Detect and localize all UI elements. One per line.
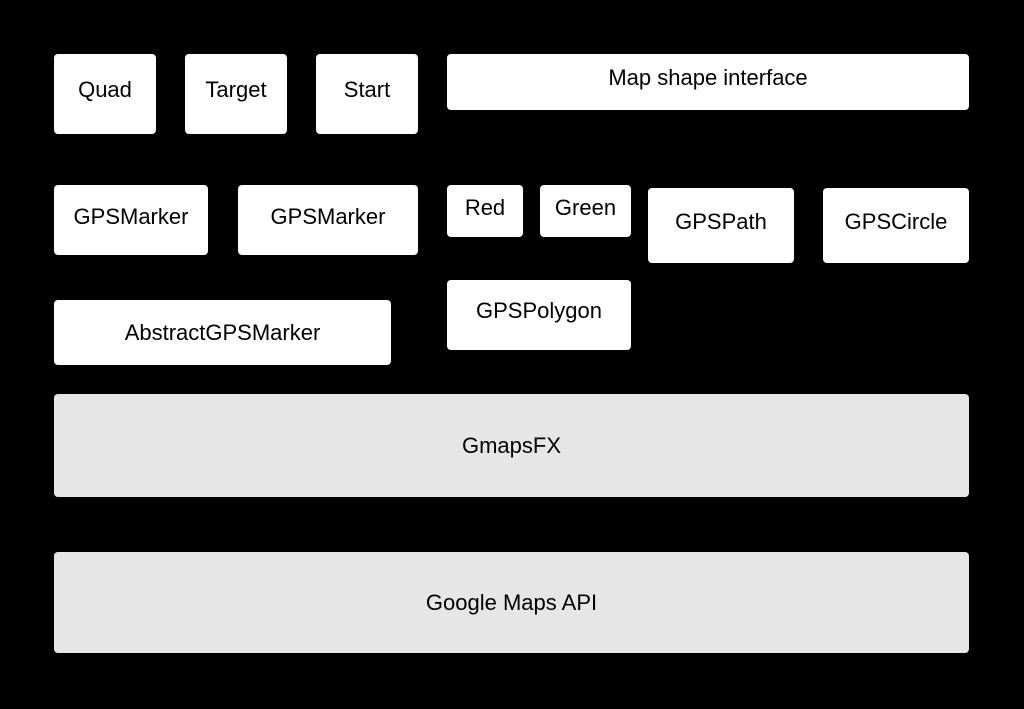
- green-label: Green: [554, 195, 617, 220]
- quad-box: Quad: [54, 54, 156, 134]
- gps-path-label: GPSPath: [675, 208, 767, 234]
- start-box: Start: [316, 54, 418, 134]
- abstract-gps-marker-box: AbstractGPSMarker: [54, 300, 391, 365]
- red-box: Red: [447, 185, 523, 237]
- gps-marker-label-2: GPSMarker: [270, 204, 386, 229]
- quad-label: Quad: [78, 77, 132, 102]
- gps-path-box: GPSPath: [648, 188, 794, 263]
- gmapsfx-layer: GmapsFX: [54, 394, 969, 497]
- google-maps-api-layer: Google Maps API: [54, 552, 969, 653]
- abstract-gps-marker-label: AbstractGPSMarker: [124, 319, 321, 345]
- gps-marker-box-2: GPSMarker: [238, 185, 418, 255]
- gps-marker-label-1: GPSMarker: [73, 204, 189, 229]
- target-box: Target: [185, 54, 287, 134]
- start-label: Start: [343, 77, 391, 102]
- map-shape-interface-label: Map shape interface: [608, 65, 808, 90]
- gps-marker-box-1: GPSMarker: [54, 185, 208, 255]
- gps-polygon-box: GPSPolygon: [447, 280, 631, 350]
- gps-circle-label: GPSCircle: [844, 208, 948, 234]
- target-label: Target: [205, 77, 267, 102]
- gps-polygon-label: GPSPolygon: [476, 298, 602, 323]
- map-shape-interface-box: Map shape interface: [447, 54, 969, 110]
- gmapsfx-label: GmapsFX: [461, 432, 562, 458]
- google-maps-api-label: Google Maps API: [425, 589, 598, 615]
- gps-circle-box: GPSCircle: [823, 188, 969, 263]
- green-box: Green: [540, 185, 631, 237]
- red-label: Red: [464, 195, 506, 220]
